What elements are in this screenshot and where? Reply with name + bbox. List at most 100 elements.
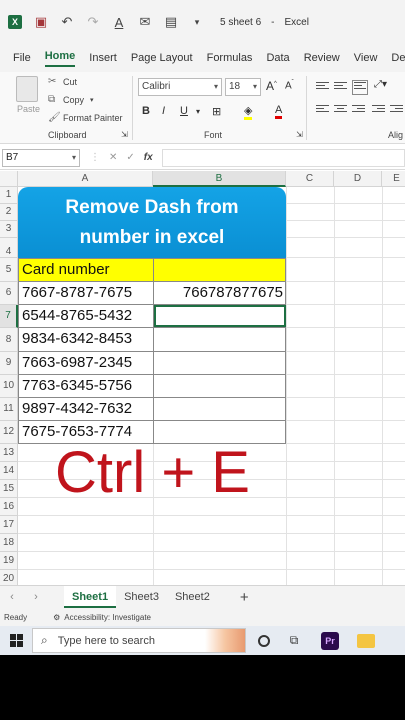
tab-data[interactable]: Data <box>266 52 289 64</box>
premiere-pro-icon[interactable]: Pr <box>312 631 348 650</box>
row-header[interactable]: 1 <box>0 187 18 204</box>
row-header[interactable]: 11 <box>0 398 18 421</box>
row-header[interactable]: 2 <box>0 204 18 221</box>
font-name-select[interactable]: Calibri ▾ <box>138 78 222 96</box>
paste-button-label[interactable]: Paste <box>17 104 40 114</box>
name-box[interactable]: B7 ▾ <box>2 148 80 167</box>
worksheet-grid[interactable]: A B C D E 1 2 3 4 5 6 7 8 9 10 11 12 13 14 15 16 17 18 19 2… <box>0 171 405 585</box>
underline-icon[interactable]: U <box>180 105 188 117</box>
row-header[interactable]: 18 <box>0 534 18 552</box>
mail-icon[interactable]: ✉ <box>138 14 152 30</box>
font-color-icon[interactable]: A <box>112 15 126 30</box>
sheet-tab-sheet2[interactable]: Sheet2 <box>167 586 218 608</box>
sheet-tab-sheet3[interactable]: Sheet3 <box>116 586 167 608</box>
increase-font-icon[interactable]: A^ <box>266 79 277 93</box>
orientation-icon[interactable]: ⤢▾ <box>374 79 387 90</box>
taskbar-search[interactable]: ⌕ Type here to search <box>32 628 246 653</box>
select-all-button[interactable] <box>0 171 18 187</box>
form-icon[interactable]: ▤ <box>164 14 178 30</box>
tab-view[interactable]: View <box>354 52 378 64</box>
align-left-icon[interactable] <box>316 105 329 116</box>
column-header-b[interactable]: B <box>153 171 286 187</box>
cell-card-number[interactable]: 6544-8765-5432 <box>19 305 154 328</box>
cell-card-number[interactable]: 7667-8787-7675 <box>19 282 154 305</box>
row-header[interactable]: 5 <box>0 258 18 282</box>
header-card-number[interactable]: Card number <box>19 259 154 281</box>
file-explorer-icon[interactable] <box>348 633 384 648</box>
align-right-icon[interactable] <box>352 105 365 116</box>
more-icon[interactable]: ⋮ <box>90 152 100 163</box>
customize-icon[interactable]: ▾ <box>190 17 204 28</box>
underline-dropdown-icon[interactable]: ▾ <box>196 107 200 116</box>
sheet-tab-sheet1[interactable]: Sheet1 <box>64 586 117 608</box>
row-header[interactable]: 7 <box>0 305 18 328</box>
decrease-font-icon[interactable]: Aˇ <box>285 80 294 91</box>
windows-start-icon[interactable] <box>0 634 32 647</box>
row-header[interactable]: 10 <box>0 375 18 398</box>
row-header[interactable]: 20 <box>0 570 18 585</box>
cell-result[interactable] <box>154 375 286 397</box>
selected-cell[interactable] <box>154 305 286 328</box>
cell-card-number[interactable]: 9897-4342-7632 <box>19 397 154 421</box>
save-icon[interactable]: ▣ <box>34 14 48 30</box>
confirm-icon[interactable]: ✓ <box>126 152 134 163</box>
row-header[interactable]: 3 <box>0 221 18 238</box>
tab-home[interactable]: Home <box>44 50 76 67</box>
format-painter-button[interactable]: 🖌 Format Painter <box>48 112 123 123</box>
increase-indent-icon[interactable] <box>390 105 403 116</box>
add-sheet-icon[interactable]: + <box>240 589 249 606</box>
clipboard-launcher-icon[interactable]: ⇲ <box>121 130 128 139</box>
bold-icon[interactable]: B <box>142 105 150 117</box>
align-bottom-icon[interactable] <box>352 80 368 95</box>
cell-result[interactable] <box>154 328 286 350</box>
row-header[interactable]: 13 <box>0 444 18 462</box>
row-header[interactable]: 14 <box>0 462 18 480</box>
column-header-e[interactable]: E <box>382 171 405 187</box>
redo-icon[interactable]: ↷ <box>86 14 100 30</box>
cell-result[interactable] <box>154 398 286 420</box>
tab-file[interactable]: File <box>13 52 31 64</box>
font-size-select[interactable]: 18 ▾ <box>225 78 261 96</box>
row-header[interactable]: 19 <box>0 552 18 570</box>
text-color-icon[interactable]: A <box>275 104 283 119</box>
column-header-c[interactable]: C <box>286 171 334 187</box>
font-launcher-icon[interactable]: ⇲ <box>296 130 303 139</box>
decrease-indent-icon[interactable] <box>372 105 385 116</box>
insert-function-icon[interactable]: fx <box>144 152 153 163</box>
copy-button[interactable]: ⧉ Copy ▾ <box>48 94 94 105</box>
row-header[interactable]: 16 <box>0 498 18 516</box>
tab-page-layout[interactable]: Page Layout <box>131 52 193 64</box>
borders-icon[interactable]: ⊞ <box>212 105 221 118</box>
cut-button[interactable]: ✂ Cut <box>48 76 77 87</box>
next-sheet-icon[interactable]: › <box>24 591 48 603</box>
tab-formulas[interactable]: Formulas <box>207 52 253 64</box>
undo-icon[interactable]: ↶ <box>60 14 74 30</box>
row-header[interactable]: 17 <box>0 516 18 534</box>
cell-card-number[interactable]: 7763-6345-5756 <box>19 374 154 397</box>
align-top-icon[interactable] <box>316 82 329 93</box>
cell-result[interactable]: 766787877675 <box>154 282 286 304</box>
cancel-icon[interactable]: ✕ <box>109 152 117 163</box>
accessibility-status[interactable]: ⚙ Accessibility: Investigate <box>53 613 155 622</box>
row-header[interactable]: 12 <box>0 421 18 444</box>
column-header-a[interactable]: A <box>18 171 153 187</box>
tab-insert[interactable]: Insert <box>89 52 117 64</box>
tab-developer[interactable]: Develop <box>391 52 405 64</box>
row-header[interactable]: 6 <box>0 282 18 305</box>
paste-icon[interactable] <box>16 76 38 102</box>
row-header[interactable]: 8 <box>0 328 18 352</box>
column-header-d[interactable]: D <box>334 171 382 187</box>
align-center-icon[interactable] <box>334 105 347 116</box>
cell-result[interactable] <box>154 352 286 374</box>
cell-card-number[interactable]: 9834-6342-8453 <box>19 328 154 351</box>
fill-color-icon[interactable]: ◈ <box>244 105 253 120</box>
align-middle-icon[interactable] <box>334 82 347 93</box>
row-header[interactable]: 15 <box>0 480 18 498</box>
formula-input[interactable] <box>161 148 405 167</box>
row-header[interactable]: 4 <box>0 238 18 258</box>
prev-sheet-icon[interactable]: ‹ <box>0 591 24 603</box>
cell-card-number[interactable]: 7663-6987-2345 <box>19 351 154 374</box>
italic-icon[interactable]: I <box>162 105 165 117</box>
row-header[interactable]: 9 <box>0 352 18 375</box>
task-view-icon[interactable]: ⧉ <box>276 633 312 648</box>
